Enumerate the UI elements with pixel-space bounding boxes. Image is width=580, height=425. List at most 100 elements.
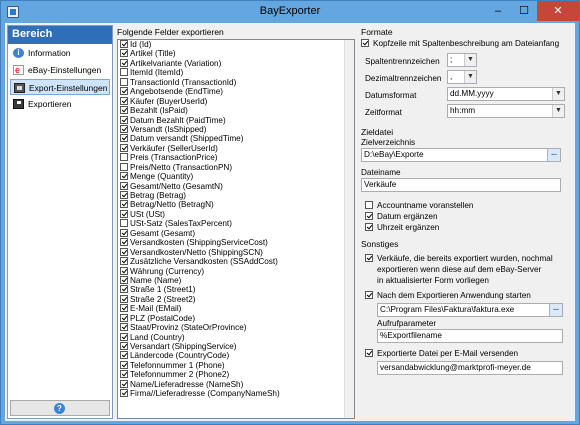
field-item[interactable]: ItemId (ItemId) [118,68,354,77]
field-item[interactable]: Zusätzliche Versandkosten (SSAddCost) [118,257,354,266]
header-row-checkbox[interactable]: Kopfzeile mit Spaltenbeschreibung am Dat… [361,38,571,49]
reexport-checkbox[interactable]: Verkäufe, die bereits exportiert wurden,… [365,253,571,264]
append-date-checkbox[interactable]: Datum ergänzen [365,211,571,222]
field-checkbox[interactable] [120,181,128,190]
column-sep-select[interactable]: ; ▼ [447,53,477,67]
param-input[interactable]: %Exportfilename [377,329,563,343]
field-item[interactable]: Bezahlt (IsPaid) [118,106,354,115]
date-format-select[interactable]: dd.MM.yyyy ▼ [447,87,565,101]
field-checkbox[interactable] [120,143,128,152]
close-button[interactable]: ✕ [537,1,579,21]
help-button[interactable]: ? [10,400,110,416]
field-checkbox[interactable] [120,323,128,332]
field-item[interactable]: TransactionId (TransactionId) [118,77,354,87]
field-item[interactable]: Versandart (ShippingService) [118,342,354,351]
field-checkbox[interactable] [120,124,128,133]
field-checkbox[interactable] [120,332,128,341]
field-item[interactable]: Menge (Quantity) [118,172,354,181]
maximize-button[interactable]: ☐ [511,1,537,21]
sidebar-item-information[interactable]: Information [10,45,110,61]
field-item[interactable]: Telefonnummer 2 (Phone2) [118,370,354,379]
field-item[interactable]: Versandkosten (ShippingServiceCost) [118,238,354,247]
field-item[interactable]: USt-Satz (SalesTaxPercent) [118,219,354,228]
sidebar-item-export-settings[interactable]: Export-Einstellungen [10,79,110,95]
filename-input[interactable]: Verkäufe [361,178,561,192]
append-time-checkbox[interactable]: Uhrzeit ergänzen [365,222,571,233]
checkbox[interactable] [365,223,373,231]
checkbox[interactable] [361,39,369,47]
field-item[interactable]: Preis (TransactionPrice) [118,153,354,162]
sidebar-item-ebay-settings[interactable]: eBay-Einstellungen [10,62,110,78]
browse-file-button[interactable]: ... [549,304,562,316]
send-mail-checkbox[interactable]: Exportierte Datei per E-Mail versenden [365,348,571,359]
field-checkbox[interactable] [120,370,128,379]
fields-list[interactable]: Id (Id) Artikel (Title) Artikelvariante (V… [117,39,355,419]
launch-app-checkbox[interactable]: Nach dem Exportieren Anwendung starten [365,290,571,301]
chevron-down-icon[interactable]: ▼ [464,71,476,83]
field-checkbox[interactable] [120,134,128,143]
field-checkbox[interactable] [120,172,128,181]
checkbox[interactable] [365,349,373,357]
field-checkbox[interactable] [120,228,128,237]
field-checkbox[interactable] [120,360,128,369]
field-checkbox[interactable] [120,87,128,96]
field-item[interactable]: Versandkosten/Netto (ShippingSCN) [118,247,354,257]
chevron-down-icon[interactable]: ▼ [552,105,564,117]
field-item[interactable]: Firma//Lieferadresse (CompanyNameSh) [118,389,354,398]
field-checkbox[interactable] [120,162,128,171]
fields-scrollbar[interactable] [344,40,354,418]
field-item[interactable]: PLZ (PostalCode) [118,313,354,323]
field-checkbox[interactable] [120,58,128,67]
field-item[interactable]: Datum versandt (ShippedTime) [118,134,354,143]
field-item[interactable]: Telefonnummer 1 (Phone) [118,360,354,370]
field-item[interactable]: Name (Name) [118,275,354,285]
mail-address-input[interactable]: versandabwicklung@marktprofi-meyer.de [377,361,563,375]
field-checkbox[interactable] [120,313,128,322]
field-item[interactable]: Preis/Netto (TransactionPN) [118,162,354,172]
field-checkbox[interactable] [120,209,128,218]
field-item[interactable]: Straße 1 (Street1) [118,285,354,294]
field-checkbox[interactable] [120,247,128,256]
field-checkbox[interactable] [120,96,128,105]
account-prefix-checkbox[interactable]: Accountname voranstellen [365,200,571,211]
field-item[interactable]: Versandt (IsShipped) [118,124,354,134]
field-checkbox[interactable] [120,219,128,228]
field-checkbox[interactable] [120,238,128,247]
field-item[interactable]: Gesamt/Netto (GesamtN) [118,181,354,191]
chevron-down-icon[interactable]: ▼ [464,54,476,66]
chevron-down-icon[interactable]: ▼ [552,88,564,100]
field-checkbox[interactable] [120,389,128,398]
field-item[interactable]: Name/Lieferadresse (NameSh) [118,379,354,389]
decimal-sep-select[interactable]: , ▼ [447,70,477,84]
browse-folder-button[interactable]: ... [547,149,560,161]
field-item[interactable]: E-Mail (EMail) [118,304,354,313]
checkbox[interactable] [365,201,373,209]
minimize-button[interactable]: – [485,1,511,21]
field-checkbox[interactable] [120,257,128,266]
field-checkbox[interactable] [120,153,128,162]
field-item[interactable]: Artikelvariante (Variation) [118,58,354,68]
launch-app-path-input[interactable]: C:\Program Files\Faktura\faktura.exe ... [377,303,563,317]
field-item[interactable]: Gesamt (Gesamt) [118,228,354,238]
field-item[interactable]: USt (USt) [118,209,354,219]
field-item[interactable]: Staat/Provinz (StateOrProvince) [118,323,354,332]
field-checkbox[interactable] [120,342,128,350]
sidebar-item-export-run[interactable]: Exportieren [10,96,110,112]
field-item[interactable]: Betrag (Betrag) [118,191,354,200]
field-checkbox[interactable] [120,40,128,48]
field-checkbox[interactable] [120,106,128,115]
field-item[interactable]: Betrag/Netto (BetragN) [118,200,354,209]
field-checkbox[interactable] [120,351,128,360]
checkbox[interactable] [365,212,373,220]
field-item[interactable]: Angebotsende (EndTime) [118,87,354,96]
field-checkbox[interactable] [120,304,128,313]
checkbox[interactable] [365,254,373,262]
checkbox[interactable] [365,291,373,299]
field-checkbox[interactable] [120,115,128,124]
field-item[interactable]: Id (Id) [118,40,354,49]
field-item[interactable]: Währung (Currency) [118,266,354,276]
field-checkbox[interactable] [120,49,128,58]
time-format-select[interactable]: hh:mm ▼ [447,104,565,118]
field-item[interactable]: Straße 2 (Street2) [118,294,354,304]
field-checkbox[interactable] [120,77,128,86]
